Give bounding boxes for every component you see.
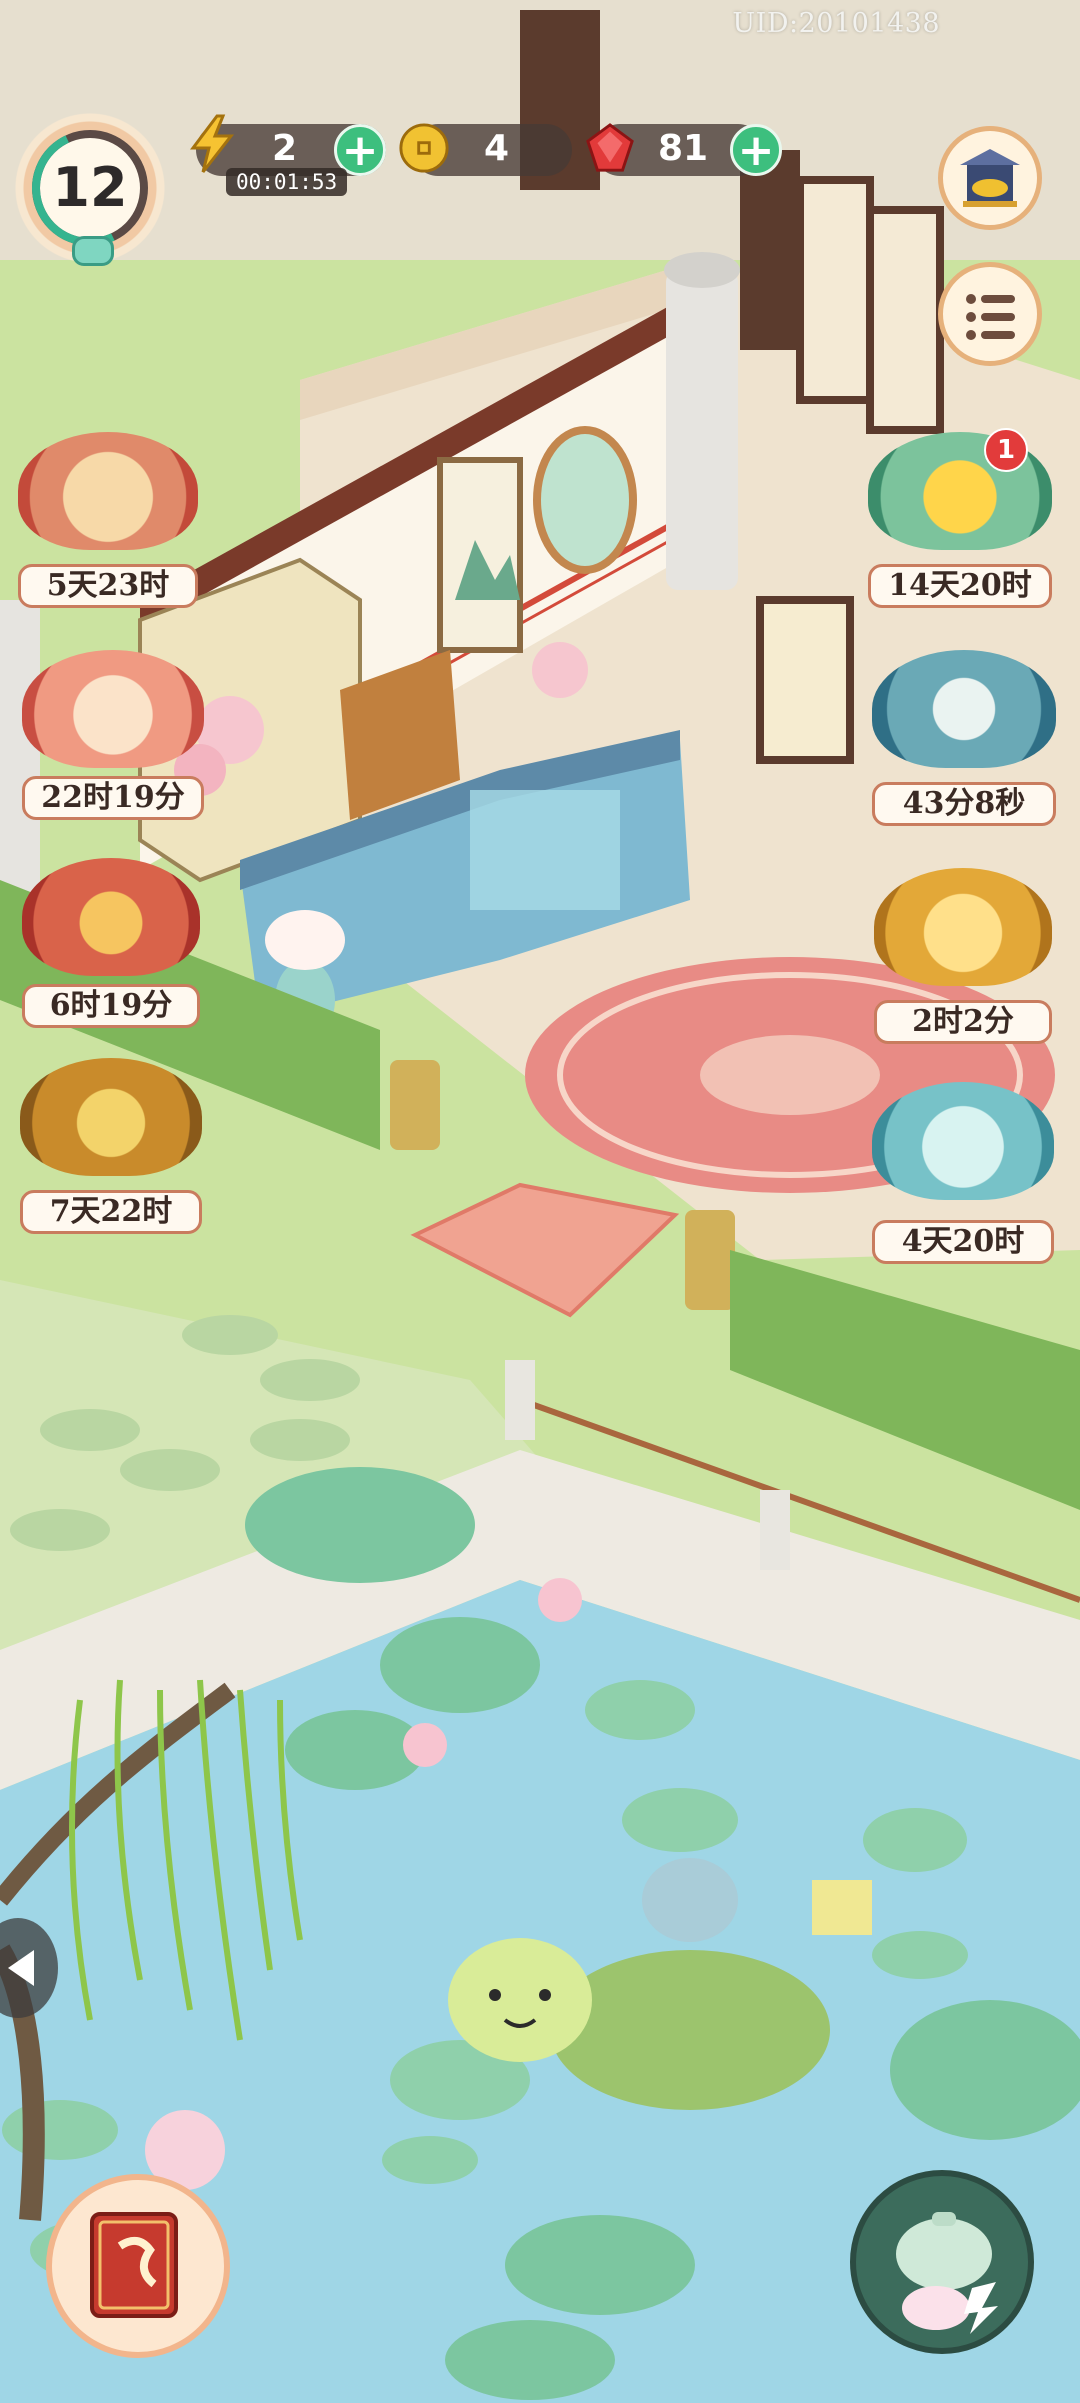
teapot-bunny-icon [896, 2212, 998, 2334]
lightning-icon [186, 114, 238, 173]
gem-value: 81 [658, 128, 709, 169]
shop-button[interactable] [938, 126, 1042, 230]
event-badge-lion[interactable]: 22时19分 [22, 650, 204, 820]
player-level-badge[interactable]: 12 [10, 108, 170, 268]
menu-button[interactable] [938, 262, 1042, 366]
ruby-icon [584, 122, 636, 174]
coin-value: 4 [484, 128, 510, 169]
list-icon [966, 294, 1015, 340]
red-book-icon [90, 2212, 178, 2318]
wheat-icon [20, 1058, 202, 1176]
event-badge-calendar[interactable]: 6时19分 [22, 858, 200, 1028]
event-badge-timer: 2时2分 [874, 1000, 1052, 1044]
event-badge-timer: 43分8秒 [872, 782, 1056, 826]
event-badge-timer: 6时19分 [22, 984, 200, 1028]
tea-pot-button[interactable] [850, 2170, 1034, 2354]
cat-gift-box-icon [872, 1082, 1054, 1200]
golden-chest-icon [874, 868, 1052, 986]
journal-book-button[interactable] [46, 2174, 230, 2358]
event-badge-timer: 4天20时 [872, 1220, 1054, 1264]
event-badge-timer: 7天22时 [20, 1190, 202, 1234]
chevron-left-icon [8, 1950, 34, 1986]
book-scroll-icon [18, 432, 198, 550]
calendar-chest-icon [22, 858, 200, 976]
notification-badge: 1 [984, 428, 1028, 472]
energy-value: 2 [272, 128, 298, 169]
event-badge-timer: 5天23时 [18, 564, 198, 608]
lucky-cat-cart-icon [872, 650, 1056, 768]
energy-refill-timer: 00:01:53 [226, 168, 348, 196]
event-badge-timer: 22时19分 [22, 776, 204, 820]
add-gems-button[interactable]: + [730, 124, 782, 176]
event-badge-timer: 14天20时 [868, 564, 1052, 608]
event-badge-cat-gift[interactable]: 4天20时 [872, 1082, 1054, 1264]
level-number: 12 [52, 156, 128, 219]
gold-ingot-shrine-icon [960, 149, 1020, 207]
event-badge-book[interactable]: 5天23时 [18, 432, 198, 608]
event-badge-lucky-cat[interactable]: 43分8秒 [872, 650, 1056, 826]
coin-icon [398, 122, 450, 174]
level-jade-icon [72, 236, 114, 266]
event-badge-wheat[interactable]: 7天22时 [20, 1058, 202, 1234]
lion-dance-icon [22, 650, 204, 768]
event-badge-golden-chest[interactable]: 2时2分 [874, 868, 1052, 1044]
uid-label: UID:20101438 [732, 8, 940, 39]
